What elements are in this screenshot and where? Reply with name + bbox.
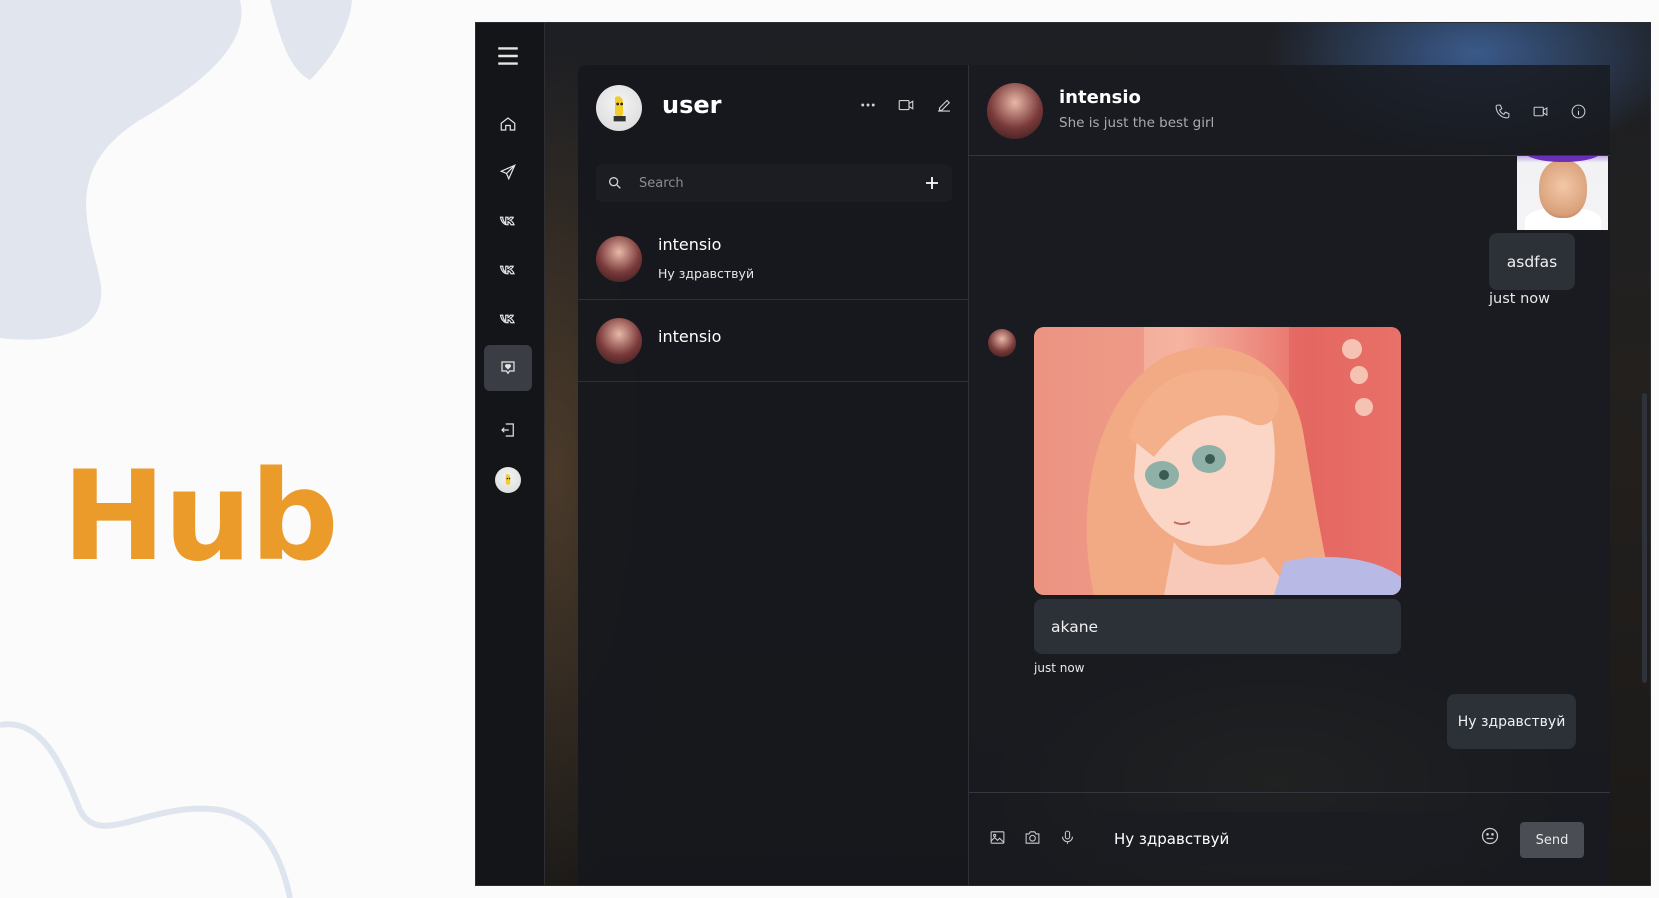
- sent-image[interactable]: [1517, 156, 1608, 230]
- conversation-panel: intensio She is just the best girl asdfa…: [969, 65, 1610, 885]
- received-image[interactable]: [1034, 327, 1401, 595]
- camera-button[interactable]: [1022, 827, 1042, 847]
- nav-vk-3[interactable]: [484, 296, 532, 342]
- decorative-curve-bottom: [0, 721, 293, 898]
- nav-logout[interactable]: [484, 407, 532, 453]
- user-avatar[interactable]: [596, 85, 642, 131]
- message-time: just now: [1489, 291, 1550, 307]
- attach-image-button[interactable]: [987, 827, 1007, 847]
- message-bubble: Ну здравствуй: [1447, 694, 1576, 749]
- chat-list-item[interactable]: intensio: [578, 300, 968, 382]
- contact-avatar: [988, 329, 1016, 357]
- contact-avatar: [596, 236, 642, 282]
- home-icon: [500, 117, 516, 131]
- camera-icon: [1025, 830, 1039, 844]
- send-icon: [499, 164, 516, 181]
- search-icon: [609, 177, 621, 189]
- compose-button[interactable]: [934, 95, 954, 115]
- chat-list-item[interactable]: intensio Ну здравствуй: [578, 218, 968, 300]
- nav-messages[interactable]: [484, 345, 532, 391]
- nav-home[interactable]: [484, 101, 532, 147]
- nav-send[interactable]: [484, 149, 532, 195]
- video-icon: [1533, 106, 1547, 116]
- nav-rail: [476, 23, 545, 885]
- contacts-panel: user intensio Ну здравствуй intensio: [578, 65, 969, 885]
- message-input[interactable]: [1097, 812, 1465, 866]
- info-icon: [1571, 104, 1585, 118]
- search-bar: [596, 164, 952, 202]
- contact-avatar: [596, 318, 642, 364]
- plus-icon: [926, 177, 938, 189]
- message-heart-icon: [501, 361, 515, 375]
- message-time: just now: [1034, 661, 1085, 675]
- emoji-icon: [1481, 827, 1499, 845]
- messenger-window: user intensio Ну здравствуй intensio int…: [475, 22, 1651, 886]
- edit-icon: [938, 99, 951, 112]
- send-button[interactable]: Send: [1520, 822, 1584, 858]
- contact-name: intensio: [1059, 87, 1141, 108]
- contact-status: She is just the best girl: [1059, 115, 1215, 131]
- vk-icon: [499, 314, 515, 324]
- vk-icon: [499, 265, 515, 275]
- nav-vk-2[interactable]: [484, 247, 532, 293]
- brand-title: Hub: [62, 445, 339, 589]
- message-bubble: asdfas: [1489, 233, 1575, 290]
- chat-name: intensio: [658, 327, 722, 346]
- add-chat-button[interactable]: [920, 171, 944, 195]
- more-icon: [861, 103, 875, 107]
- contacts-header: user: [578, 65, 968, 149]
- phone-icon: [1495, 104, 1509, 118]
- info-button[interactable]: [1568, 101, 1588, 121]
- conversation-header: intensio She is just the best girl: [969, 65, 1610, 156]
- chat-preview: Ну здравствуй: [658, 266, 755, 281]
- decorative-blob-top: [0, 0, 352, 340]
- video-call-button[interactable]: [1530, 101, 1550, 121]
- video-call-button[interactable]: [896, 95, 916, 115]
- scrollbar[interactable]: [1642, 393, 1647, 683]
- image-icon: [990, 830, 1004, 844]
- message-bubble: akane: [1034, 599, 1401, 654]
- contact-avatar[interactable]: [987, 83, 1043, 139]
- message-list: asdfas just now akane just now Ну здравс…: [969, 156, 1610, 792]
- menu-icon: [498, 47, 518, 65]
- anime-girl-illustration: [1034, 327, 1401, 595]
- microphone-icon: [1061, 830, 1073, 844]
- logout-icon: [501, 423, 514, 437]
- vk-icon: [499, 216, 515, 226]
- nav-profile[interactable]: [484, 457, 532, 503]
- search-input[interactable]: [639, 175, 920, 191]
- user-name: user: [662, 91, 722, 119]
- voice-call-button[interactable]: [1492, 101, 1512, 121]
- nav-vk-1[interactable]: [484, 198, 532, 244]
- video-icon: [898, 99, 914, 111]
- chat-name: intensio: [658, 235, 722, 254]
- voice-record-button[interactable]: [1057, 827, 1077, 847]
- emoji-button[interactable]: [1480, 826, 1500, 846]
- menu-button[interactable]: [484, 33, 532, 79]
- avatar: [495, 467, 521, 493]
- more-button[interactable]: [858, 95, 878, 115]
- message-composer: Send: [969, 792, 1610, 885]
